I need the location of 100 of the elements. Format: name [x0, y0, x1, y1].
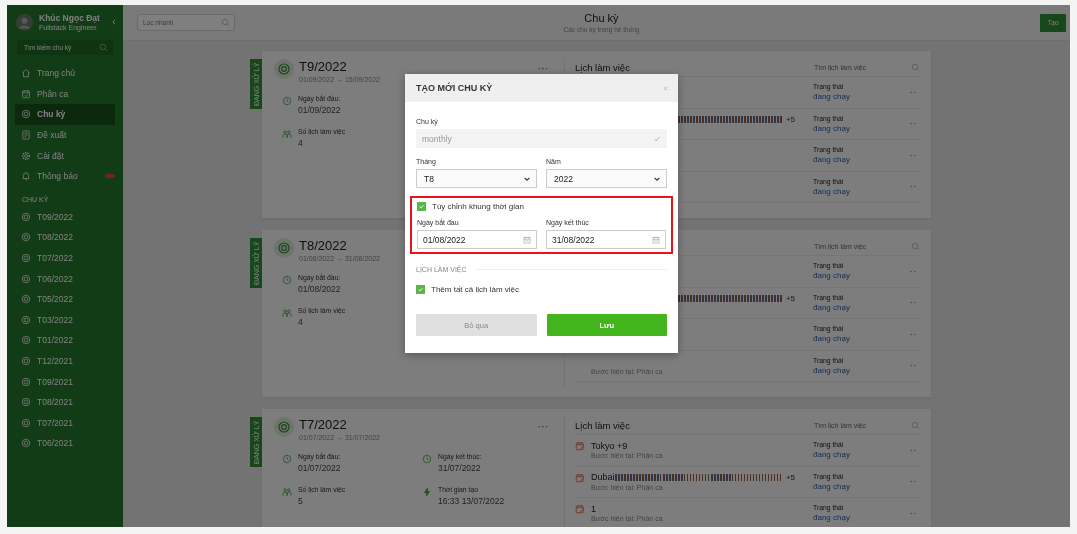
extra-count: +5 [785, 472, 795, 482]
month-select[interactable]: T8 [416, 169, 537, 188]
target-icon [274, 417, 294, 437]
status-value: đang chạy [813, 302, 851, 312]
cycle-title: T9/2022 [299, 59, 347, 75]
nav-item[interactable]: Cài đặt [15, 145, 115, 166]
section-title: Lịch làm việc [575, 61, 630, 73]
people-icon [282, 129, 292, 139]
status-value: đang chạy [813, 334, 851, 344]
collapse-icon[interactable] [111, 18, 117, 26]
nav-item[interactable]: Thông báo [15, 165, 115, 187]
status-value: đang chạy [813, 365, 851, 375]
cycle-item[interactable]: T08/2021 [15, 391, 115, 413]
cycle-item[interactable]: T09/2022 [15, 206, 115, 228]
info-value: 01/07/2022 [298, 463, 341, 473]
target-icon [21, 376, 31, 387]
target-icon [21, 314, 31, 325]
cycle-item[interactable]: T07/2022 [15, 247, 115, 269]
cycle-item[interactable]: T12/2021 [15, 350, 115, 372]
search-icon [911, 420, 920, 430]
cycle-item[interactable]: T01/2022 [15, 330, 115, 351]
search-icon [911, 62, 920, 72]
info-value: 4 [298, 138, 304, 148]
info-value: 4 [298, 317, 304, 327]
target-icon [274, 59, 294, 79]
status-value: đang chạy [813, 186, 851, 196]
info-value: 31/07/2022 [438, 463, 482, 473]
status-value: đang chạy [813, 123, 851, 133]
calendar-icon [652, 235, 660, 244]
info-value: 01/08/2022 [298, 284, 341, 294]
document-icon [21, 130, 31, 141]
gear-icon [21, 150, 31, 161]
schedule-name[interactable]: Tokyo +9 [591, 440, 628, 451]
start-date-field[interactable]: 01/08/2022 [417, 230, 537, 249]
home-icon [21, 68, 31, 79]
nav-item[interactable]: Trang chủ [15, 63, 115, 84]
people-icon [282, 487, 292, 497]
user-name: Khúc Ngọc Đạt [39, 13, 101, 23]
cycle-item[interactable]: T06/2021 [15, 433, 115, 454]
close-icon[interactable] [662, 84, 669, 92]
schedule-name[interactable]: Dubai [591, 472, 615, 482]
info-value: 01/09/2022 [298, 105, 341, 115]
nav-item[interactable]: Phân ca [15, 83, 115, 105]
cycle-item[interactable]: T08/2022 [15, 227, 115, 248]
target-icon [21, 397, 31, 408]
status-value: đang chạy [813, 92, 851, 102]
more-icon[interactable] [538, 67, 548, 70]
cycle-item[interactable]: T06/2022 [15, 268, 115, 289]
clock-icon [282, 275, 292, 285]
checkbox-label: Tùy chỉnh khung thời gian [432, 202, 524, 211]
clock-icon [282, 96, 292, 106]
bell-icon [21, 171, 31, 182]
cycle-title: T7/2022 [299, 417, 347, 433]
schedule-name[interactable]: 1 [591, 503, 596, 514]
status-value: đang chạy [813, 271, 851, 281]
checkbox[interactable] [416, 285, 425, 294]
year-select[interactable]: 2022 [546, 169, 667, 188]
nav-item[interactable]: Đề xuất [15, 124, 115, 146]
end-date-field[interactable]: 31/08/2022 [546, 230, 666, 249]
more-icon[interactable] [538, 425, 548, 428]
target-icon [21, 273, 31, 284]
dialog-title: TẠO MỚI CHU KỲ [416, 83, 493, 93]
info-value: 16:33 13/07/2022 [438, 496, 505, 506]
status-value: đang chạy [813, 450, 851, 460]
extra-count: +5 [785, 293, 795, 303]
clock-icon [282, 454, 292, 464]
page-title: Chu kỳ [583, 12, 620, 24]
target-icon [21, 109, 31, 120]
cycle-item[interactable]: T03/2022 [15, 309, 115, 331]
cycle-item[interactable]: T05/2022 [15, 288, 115, 310]
check-icon [653, 134, 661, 143]
target-icon [21, 253, 31, 264]
target-icon [21, 294, 31, 305]
target-icon [21, 356, 31, 366]
target-icon [21, 417, 31, 428]
target-icon [21, 438, 31, 449]
cycle-item[interactable]: T09/2021 [15, 371, 115, 392]
status-value: đang chạy [813, 481, 851, 491]
target-icon [274, 238, 294, 258]
checkbox-label: Thêm tất cả lịch làm việc [431, 285, 520, 294]
calendar-icon [21, 88, 31, 99]
status-value: đang chạy [813, 513, 851, 523]
search-icon [911, 241, 920, 251]
info-value: 5 [298, 496, 304, 506]
target-icon [21, 211, 31, 222]
status-value: đang chạy [813, 155, 851, 165]
search-icon [221, 18, 230, 27]
target-icon [21, 335, 31, 346]
lightning-icon [422, 487, 432, 497]
people-icon [282, 308, 292, 318]
cycle-title: T8/2022 [299, 238, 347, 254]
cycle-item[interactable]: T07/2021 [15, 412, 115, 434]
avatar-icon [16, 13, 33, 31]
calendar-icon [523, 235, 531, 244]
check-icon [418, 203, 425, 210]
checkbox[interactable] [417, 202, 426, 211]
extra-count: +5 [785, 114, 795, 124]
section-title: Lịch làm việc [575, 419, 630, 431]
clock-icon [422, 454, 432, 464]
target-icon [21, 232, 31, 243]
